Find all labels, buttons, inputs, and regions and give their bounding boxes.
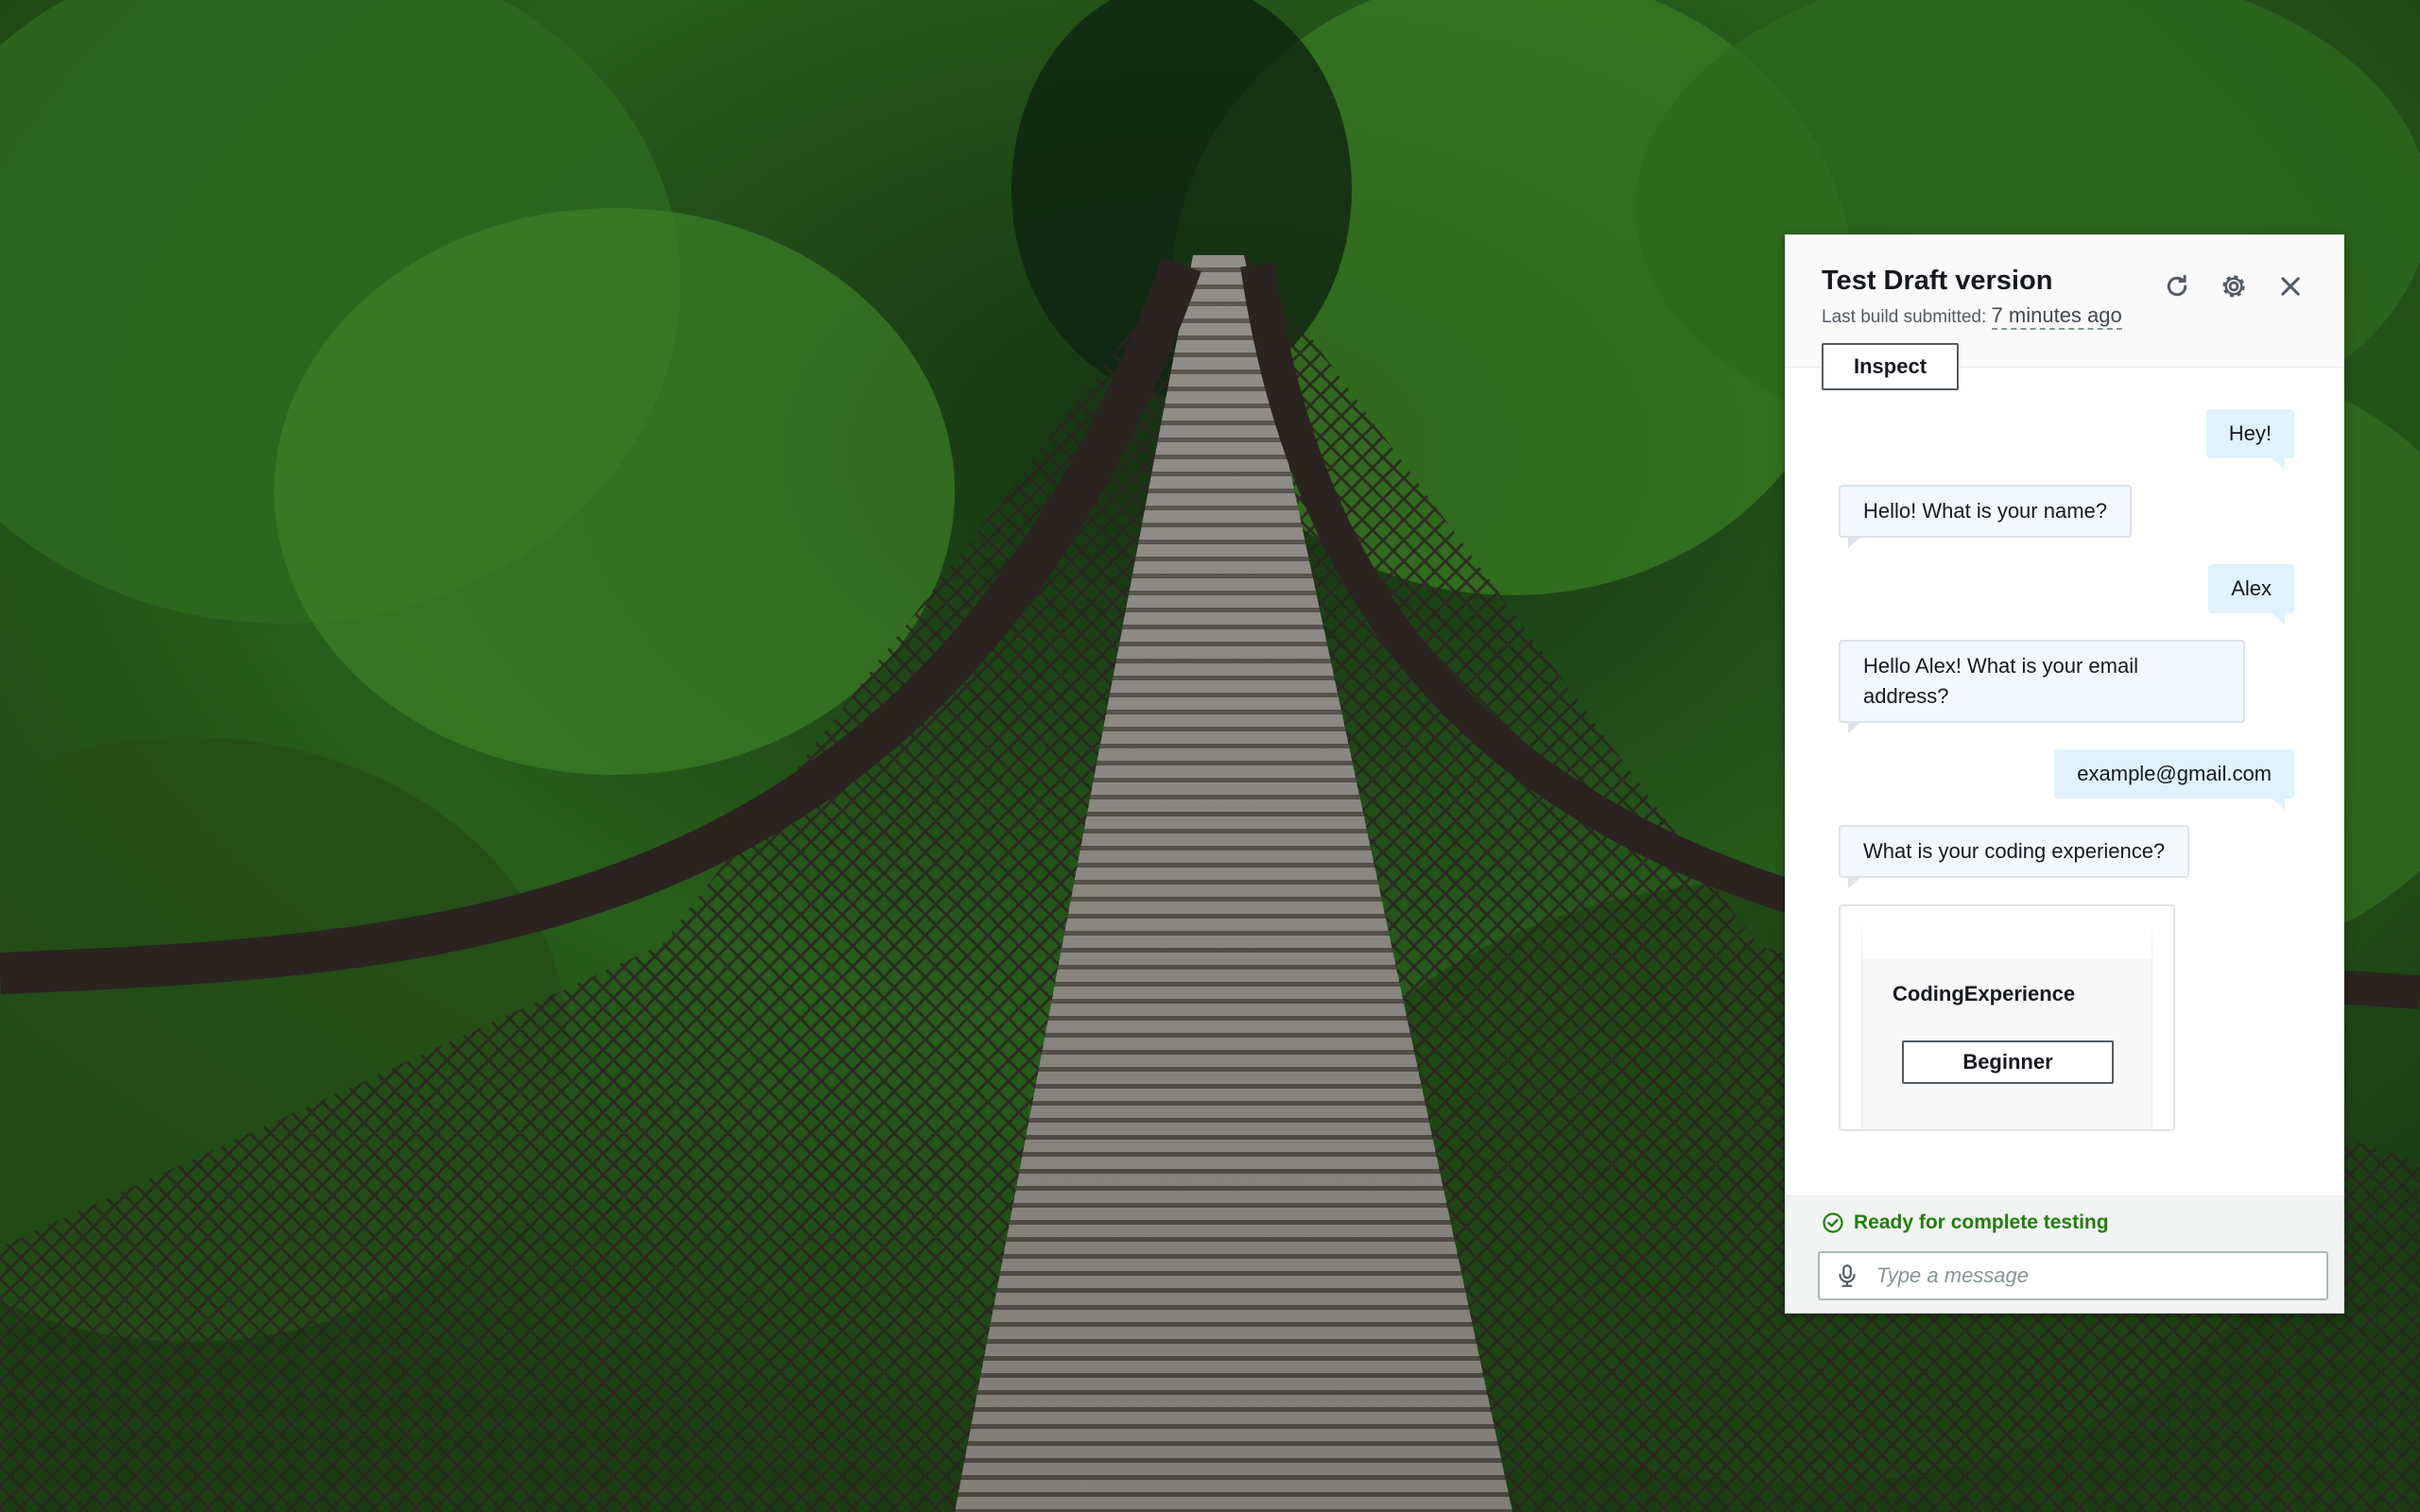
check-circle-icon bbox=[1823, 1212, 1843, 1233]
gear-icon[interactable] bbox=[2219, 271, 2249, 301]
response-card-title: CodingExperience bbox=[1893, 982, 2076, 1005]
bot-message: What is your coding experience? bbox=[1839, 825, 2190, 888]
chat-transcript[interactable]: Hey! Hello! What is your name? Alex Hell… bbox=[1786, 368, 2343, 1195]
chat-message: example@gmail.com bbox=[1839, 749, 2294, 810]
user-message: Hey! bbox=[2205, 409, 2294, 470]
refresh-icon[interactable] bbox=[2162, 271, 2192, 301]
response-card: CodingExperience Beginner bbox=[1839, 904, 2175, 1131]
status-indicator: Ready for complete testing bbox=[1822, 1211, 2326, 1234]
response-option-button[interactable]: Beginner bbox=[1902, 1040, 2114, 1084]
status-text: Ready for complete testing bbox=[1854, 1211, 2109, 1233]
user-message: example@gmail.com bbox=[2054, 749, 2294, 810]
chat-message: Alex bbox=[1839, 564, 2294, 625]
bot-message: Hello Alex! What is your email address? bbox=[1839, 640, 2245, 733]
chat-message: Hey! bbox=[1839, 409, 2294, 470]
header-actions bbox=[2162, 271, 2306, 301]
panel-footer: Ready for complete testing bbox=[1786, 1195, 2343, 1313]
close-icon[interactable] bbox=[2275, 271, 2306, 301]
user-message: Alex bbox=[2208, 564, 2294, 625]
message-input[interactable] bbox=[1875, 1263, 2326, 1289]
chat-message: Hello Alex! What is your email address? bbox=[1839, 640, 2294, 733]
chat-message: What is your coding experience? bbox=[1839, 825, 2294, 888]
message-input-box[interactable] bbox=[1818, 1251, 2328, 1300]
test-draft-panel: Test Draft version Last build submitted:… bbox=[1785, 234, 2344, 1314]
chat-message: Hello! What is your name? bbox=[1839, 485, 2294, 548]
build-status: Last build submitted: 7 minutes ago bbox=[1822, 303, 2308, 330]
panel-header: Test Draft version Last build submitted:… bbox=[1786, 235, 2343, 390]
build-time[interactable]: 7 minutes ago bbox=[1991, 303, 2122, 330]
bot-message: Hello! What is your name? bbox=[1839, 485, 2132, 548]
response-card-body: CodingExperience Beginner bbox=[1861, 916, 2152, 1129]
build-status-label: Last build submitted: bbox=[1822, 307, 1987, 327]
microphone-icon[interactable] bbox=[1837, 1263, 1858, 1288]
